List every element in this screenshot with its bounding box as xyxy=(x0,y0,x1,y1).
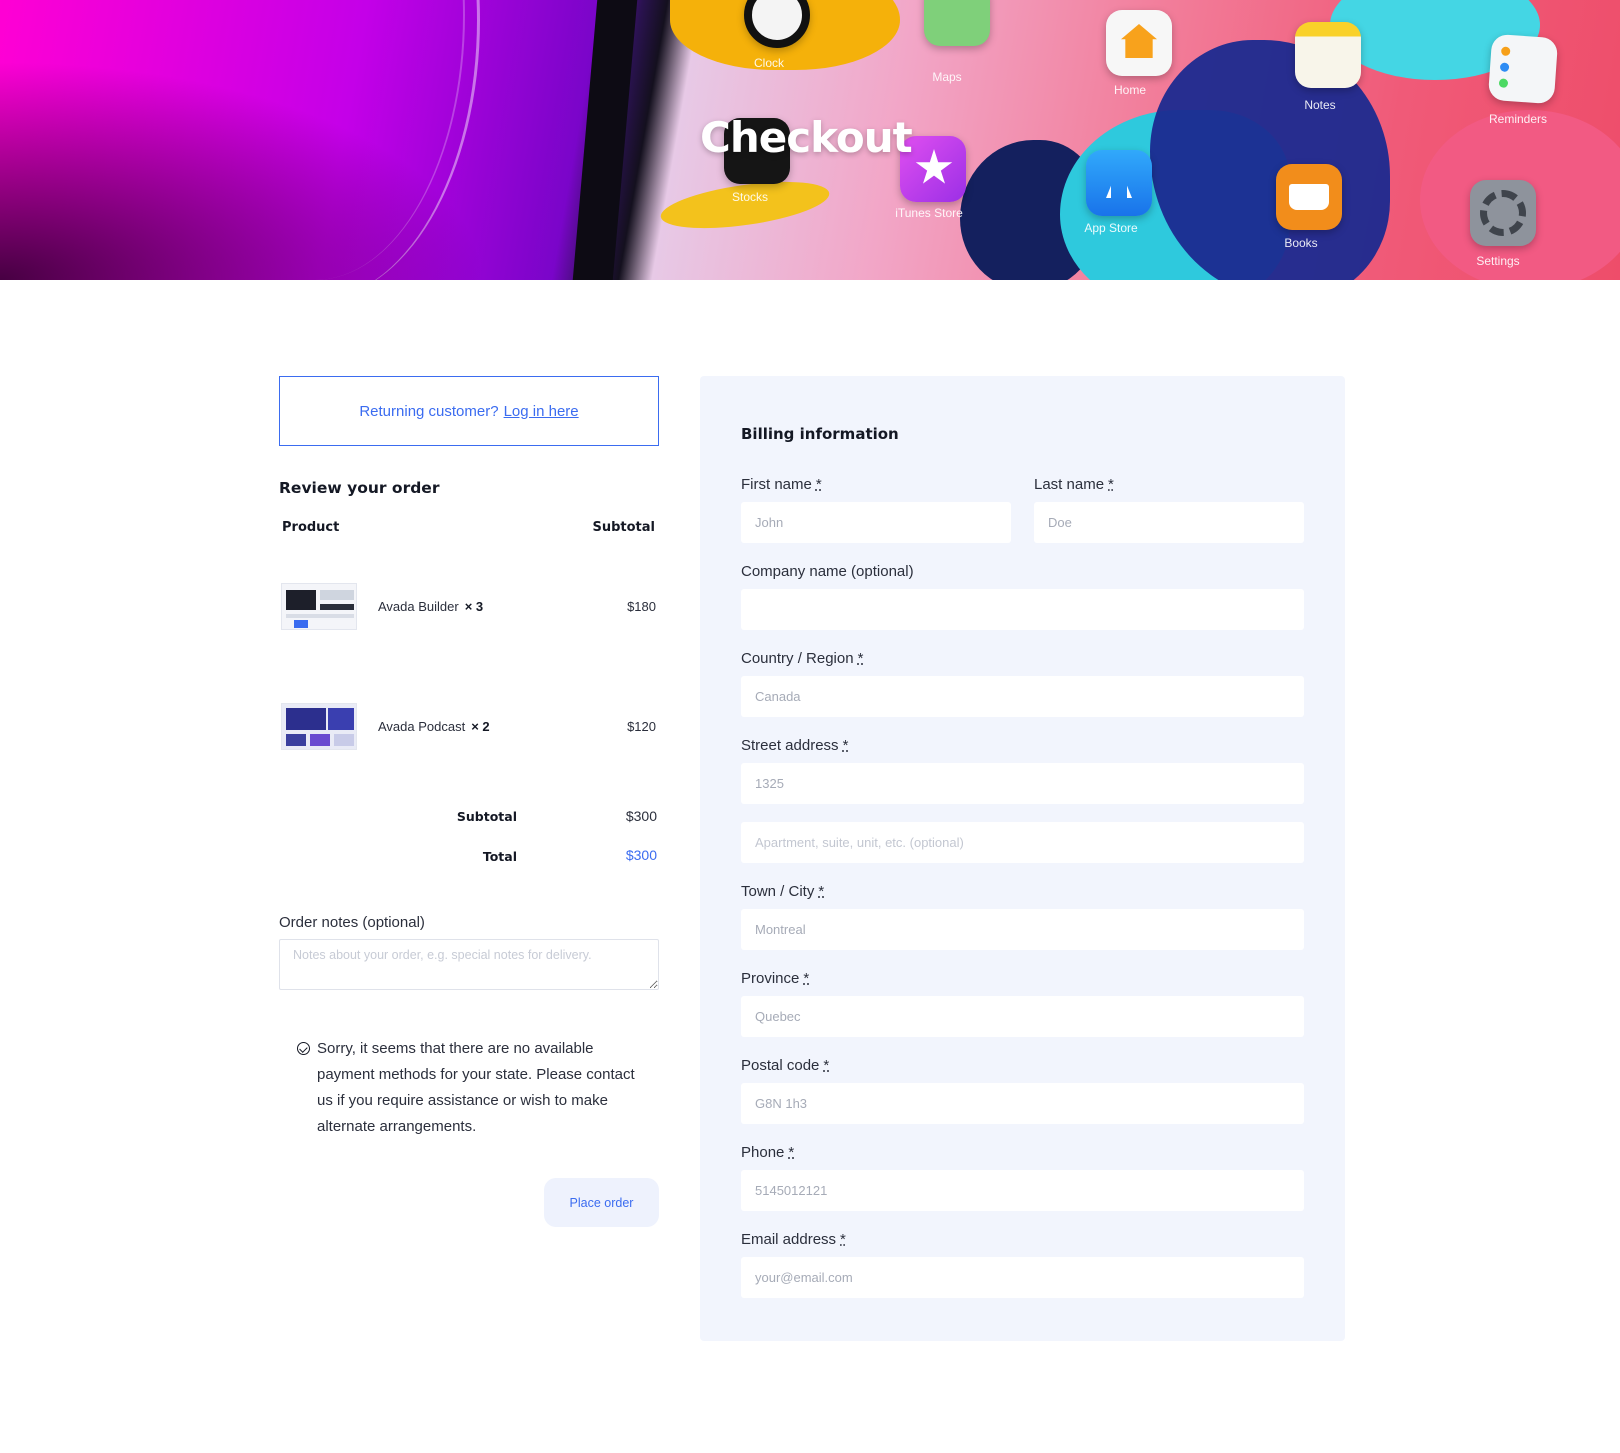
payment-notice: Sorry, it seems that there are no availa… xyxy=(297,1036,642,1140)
app-store-app-label: App Store xyxy=(1084,221,1138,235)
home-app-icon xyxy=(1106,10,1172,76)
street-address-input[interactable] xyxy=(741,763,1304,804)
order-notes-label: Order notes (optional) xyxy=(279,914,425,931)
order-item-price: $180 xyxy=(627,599,656,614)
subtotal-column-header: Subtotal xyxy=(592,520,655,535)
stocks-app-label: Stocks xyxy=(731,190,768,204)
town-city-label: Town / City * xyxy=(741,883,825,900)
total-label: Total xyxy=(482,849,517,864)
town-city-input[interactable] xyxy=(741,909,1304,950)
order-item-row: Avada Builder × 3 $180 xyxy=(279,583,659,633)
last-name-input[interactable] xyxy=(1034,502,1304,543)
hero-banner: Clock Maps Home Notes Reminders Stocks i… xyxy=(0,0,1620,280)
login-link[interactable]: Log in here xyxy=(504,403,579,420)
billing-panel: Billing information First name* Last nam… xyxy=(700,376,1345,1341)
order-item-name: Avada Builder × 3 xyxy=(378,599,484,614)
clock-app-label: Clock xyxy=(753,56,784,70)
first-name-label: First name * xyxy=(741,476,822,493)
order-notes-textarea[interactable] xyxy=(279,939,659,990)
books-app-label: Books xyxy=(1284,236,1318,250)
home-app-label: Home xyxy=(1113,83,1146,97)
itunes-store-app-label: iTunes Store xyxy=(895,206,963,220)
product-thumbnail xyxy=(281,703,357,750)
company-name-input[interactable] xyxy=(741,589,1304,630)
settings-app-icon xyxy=(1470,180,1536,246)
subtotal-value: $300 xyxy=(625,808,657,824)
email-address-input[interactable] xyxy=(741,1257,1304,1298)
total-value: $300 xyxy=(625,847,657,863)
country-region-label: Country / Region * xyxy=(741,650,864,667)
app-store-app-icon xyxy=(1086,150,1152,216)
company-name-label: Company name (optional) xyxy=(741,563,914,580)
order-item-price: $120 xyxy=(627,719,656,734)
street-address-label: Street address * xyxy=(741,737,849,754)
notes-app-label: Notes xyxy=(1304,98,1336,112)
first-name-input[interactable] xyxy=(741,502,1011,543)
street-address-line2-input[interactable] xyxy=(741,822,1304,863)
page-title: Checkout xyxy=(700,113,913,162)
payment-notice-text: Sorry, it seems that there are no availa… xyxy=(317,1040,635,1135)
product-column-header: Product xyxy=(282,520,340,535)
maps-app-label: Maps xyxy=(932,70,962,84)
postal-code-label: Postal code * xyxy=(741,1057,830,1074)
province-input[interactable] xyxy=(741,996,1304,1037)
order-item-quantity: × 3 xyxy=(464,599,484,614)
phone-label: Phone * xyxy=(741,1144,795,1161)
order-item-row: Avada Podcast × 2 $120 xyxy=(279,703,659,753)
review-order-title: Review your order xyxy=(279,479,440,497)
email-address-label: Email address * xyxy=(741,1231,846,1248)
billing-title: Billing information xyxy=(741,425,899,443)
country-region-input[interactable] xyxy=(741,676,1304,717)
notes-app-icon xyxy=(1295,22,1361,88)
reminders-app-label: Reminders xyxy=(1488,112,1548,126)
maps-app-icon xyxy=(924,0,990,46)
returning-customer-prompt: Returning customer? xyxy=(359,402,499,420)
place-order-button[interactable]: Place order xyxy=(544,1178,659,1227)
order-item-name: Avada Podcast × 2 xyxy=(378,719,490,734)
books-app-icon xyxy=(1276,164,1342,230)
province-label: Province * xyxy=(741,970,810,987)
order-item-quantity: × 2 xyxy=(471,719,490,734)
returning-customer-box: Returning customer? Log in here xyxy=(279,376,659,446)
reminders-app-icon xyxy=(1487,33,1559,105)
hero-shade xyxy=(0,0,620,280)
phone-input[interactable] xyxy=(741,1170,1304,1211)
product-thumbnail xyxy=(281,583,357,630)
last-name-label: Last name * xyxy=(1034,476,1114,493)
check-circle-icon xyxy=(297,1042,310,1055)
subtotal-label: Subtotal xyxy=(456,809,517,824)
postal-code-input[interactable] xyxy=(741,1083,1304,1124)
settings-app-label: Settings xyxy=(1476,254,1520,268)
